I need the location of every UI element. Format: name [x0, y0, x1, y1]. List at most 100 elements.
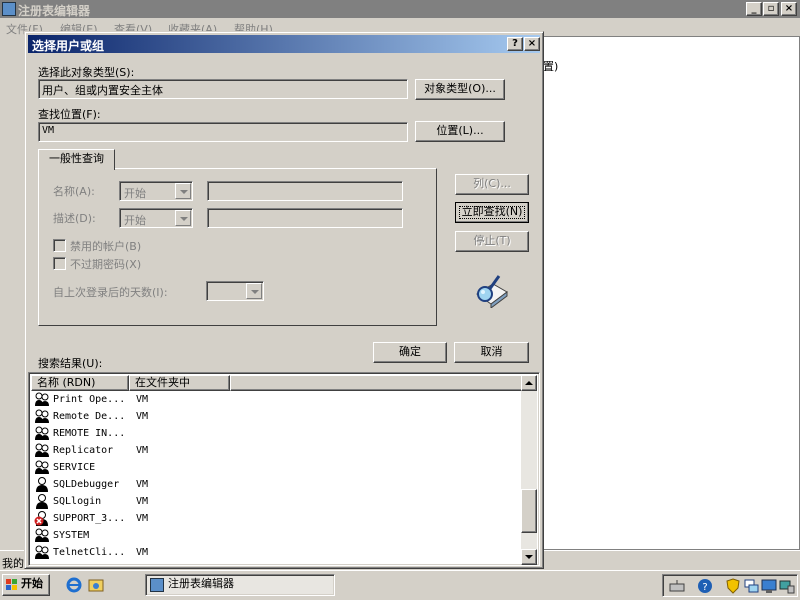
list-item[interactable]: REMOTE IN... — [31, 425, 523, 442]
result-name: SQLDebugger — [53, 479, 120, 490]
help-button[interactable]: ? — [507, 37, 523, 51]
security-shield-icon[interactable] — [725, 578, 741, 594]
object-types-field: 用户、组或内置安全主体 — [38, 79, 408, 99]
name-mode-value: 开始 — [124, 187, 146, 200]
scroll-down-button[interactable] — [521, 549, 537, 565]
regedit-icon — [2, 2, 16, 16]
user-icon — [34, 494, 50, 509]
status-text: 我的 — [2, 557, 24, 570]
results-rows: Print Ope... VM Remote De... VM REMOTE IN...… — [31, 391, 523, 565]
taskbar-regedit-label: 注册表编辑器 — [168, 577, 234, 590]
result-name: Remote De... — [53, 411, 126, 422]
group-icon — [34, 443, 50, 458]
group-icon — [34, 392, 50, 407]
result-name: SERVICE — [53, 462, 96, 473]
days-since-logon-label: 自上次登录后的天数(I): — [53, 286, 168, 299]
start-label: 开始 — [21, 577, 43, 590]
chevron-down-icon — [175, 210, 191, 226]
search-icon — [476, 275, 508, 308]
list-item[interactable]: Replicator VM — [31, 442, 523, 459]
name-label: 名称(A): — [53, 185, 95, 198]
regedit-titlebar: 注册表编辑器 _ ▫ × — [0, 0, 800, 18]
dialog-close-button[interactable]: × — [524, 37, 540, 51]
list-item[interactable]: Remote De... VM — [31, 408, 523, 425]
name-mode-select: 开始 — [119, 181, 193, 201]
computer-icon[interactable] — [779, 578, 795, 594]
close-button[interactable]: × — [781, 2, 797, 16]
cancel-button[interactable]: 取消 — [454, 342, 529, 363]
help-icon[interactable]: ? — [697, 578, 713, 594]
ok-button[interactable]: 确定 — [373, 342, 447, 363]
group-icon — [34, 409, 50, 424]
object-types-button[interactable]: 对象类型(O)... — [415, 79, 505, 100]
list-item[interactable]: SERVICE — [31, 459, 523, 476]
list-item[interactable]: SUPPORT_3... VM — [31, 510, 523, 527]
start-button[interactable]: 开始 — [2, 574, 50, 596]
arrow-up-icon — [525, 381, 533, 385]
system-tray: ? — [662, 574, 798, 597]
description-mode-value: 开始 — [124, 214, 146, 227]
tab-common-queries[interactable]: 一般性查询 — [38, 149, 115, 170]
svg-text:?: ? — [702, 582, 707, 593]
result-name: TelnetCli... — [53, 547, 126, 558]
display-icon[interactable] — [761, 578, 777, 594]
result-name: SQLlogin — [53, 496, 102, 507]
group-icon — [34, 545, 50, 560]
result-folder: VM — [136, 479, 149, 490]
search-results-list[interactable]: 名称 (RDN) 在文件夹中 Print Ope... VM Remote De..… — [28, 372, 540, 566]
minimize-button[interactable]: _ — [746, 2, 762, 16]
result-name: Print Ope... — [53, 394, 126, 405]
dialog-titlebar[interactable]: 选择用户或组 ? × — [28, 35, 540, 53]
regedit-tree-edge — [0, 36, 24, 550]
location-button[interactable]: 位置(L)... — [415, 121, 505, 142]
result-folder: VM — [136, 445, 149, 456]
arrow-down-icon — [525, 555, 533, 559]
results-label: 搜索结果(U): — [38, 357, 103, 370]
list-item[interactable]: SYSTEM — [31, 527, 523, 544]
nonexpiring-password-label: 不过期密码(X) — [70, 258, 142, 271]
disabled-accounts-label: 禁用的帐户(B) — [70, 240, 142, 253]
result-name: SUPPORT_3... — [53, 513, 126, 524]
scroll-thumb[interactable] — [521, 489, 537, 533]
taskbar: 开始 注册表编辑器 ? — [0, 570, 800, 600]
result-name: Replicator — [53, 445, 114, 456]
group-icon — [34, 426, 50, 441]
days-since-logon-select — [206, 281, 264, 301]
location-label: 查找位置(F): — [38, 108, 101, 121]
maximize-button[interactable]: ▫ — [763, 2, 779, 16]
result-folder: VM — [136, 394, 149, 405]
group-icon — [34, 460, 50, 475]
taskbar-regedit-button[interactable]: 注册表编辑器 — [145, 574, 335, 596]
nonexpiring-password-checkbox — [53, 257, 66, 270]
list-item[interactable]: Print Ope... VM — [31, 391, 523, 408]
dialog-title: 选择用户或组 — [32, 39, 105, 53]
result-folder: VM — [136, 547, 149, 558]
user-icon — [34, 477, 50, 492]
regedit-value-fragment: 置) — [543, 60, 559, 73]
result-folder: VM — [136, 411, 149, 422]
column-header-folder[interactable]: 在文件夹中 — [129, 375, 230, 391]
column-header-name[interactable]: 名称 (RDN) — [31, 375, 129, 391]
description-mode-select: 开始 — [119, 208, 193, 228]
list-item[interactable]: SQLDebugger VM — [31, 476, 523, 493]
location-field: VM — [38, 122, 408, 142]
results-scrollbar[interactable] — [521, 375, 537, 565]
scroll-up-button[interactable] — [521, 375, 537, 391]
select-users-dialog: 选择用户或组 ? × 选择此对象类型(S): 用户、组或内置安全主体 对象类型(… — [24, 31, 544, 569]
regedit-task-icon — [150, 578, 164, 592]
find-now-button[interactable]: 立即查找(N) — [455, 202, 529, 223]
result-folder: VM — [136, 513, 149, 524]
column-header-filler — [230, 375, 523, 391]
list-item[interactable]: SQLlogin VM — [31, 493, 523, 510]
regedit-title: 注册表编辑器 — [18, 4, 91, 18]
description-input — [207, 208, 403, 228]
result-name: SYSTEM — [53, 530, 90, 541]
result-name: REMOTE IN... — [53, 428, 126, 439]
list-item[interactable]: TelnetCli... VM — [31, 544, 523, 561]
explorer-icon[interactable] — [88, 577, 104, 593]
chevron-down-icon — [246, 283, 262, 299]
keyboard-icon[interactable] — [669, 578, 685, 594]
group-icon — [34, 528, 50, 543]
network-icon[interactable] — [743, 578, 759, 594]
internet-explorer-icon[interactable] — [66, 577, 82, 593]
